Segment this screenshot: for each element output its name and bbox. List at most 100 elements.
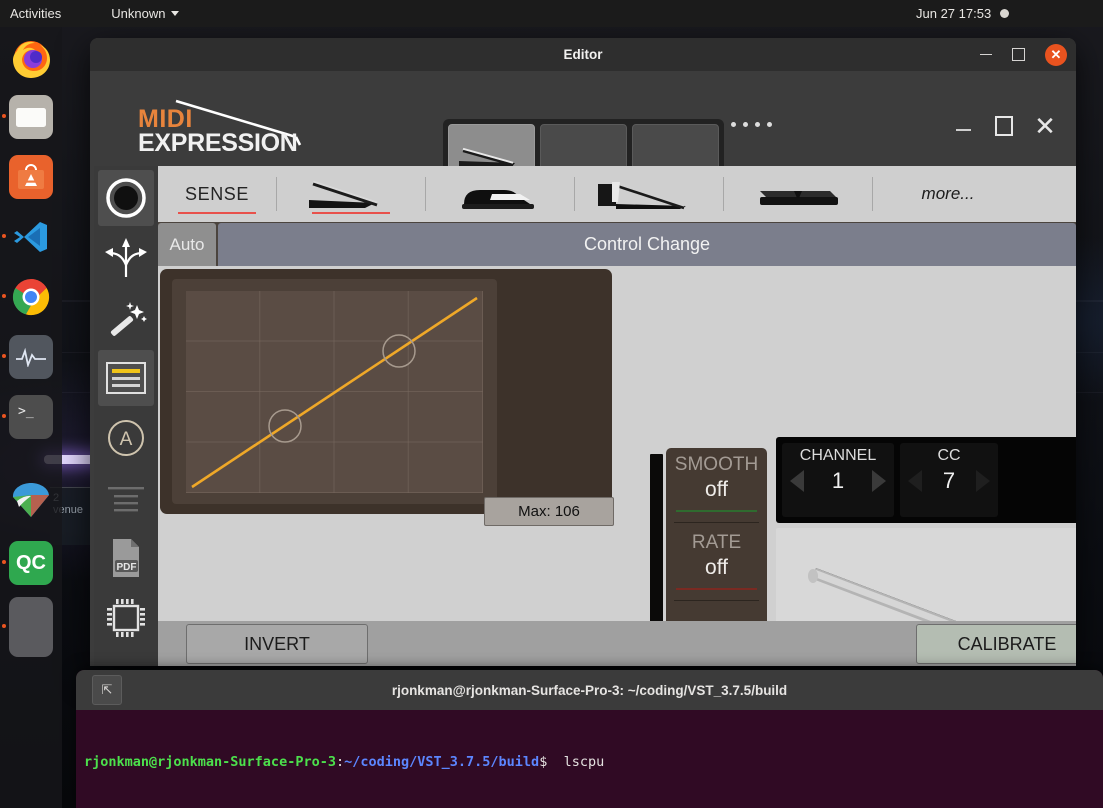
editor-maximize-button[interactable]: [1006, 38, 1030, 71]
invert-button[interactable]: INVERT: [186, 624, 368, 664]
tab-bar: SENSE more...: [158, 166, 1076, 222]
page-dot: [743, 122, 748, 127]
dock-running-dot: [2, 114, 6, 118]
recording-indicator-icon: [1000, 9, 1010, 18]
terminal-icon: >_: [18, 404, 34, 419]
tab-active-underline: [312, 211, 390, 214]
svg-text:A: A: [120, 429, 133, 450]
firefox-icon: [13, 41, 50, 78]
channel-increment-icon[interactable]: [872, 470, 886, 492]
editor-minimize-button[interactable]: [974, 38, 998, 71]
sidebar-item-pdf[interactable]: PDF: [98, 530, 154, 586]
dock-item-ubuntu-software[interactable]: [9, 155, 53, 199]
tab-pedal-expression[interactable]: [277, 166, 425, 222]
tab-pedal-dual-switch[interactable]: [724, 166, 872, 222]
editor-window-title: Editor: [563, 47, 603, 62]
pedal-volume-icon: [598, 180, 686, 210]
terminal-output[interactable]: rjonkman@rjonkman-Surface-Pro-3:~/coding…: [76, 710, 1103, 808]
sidebar-item-circled-a[interactable]: A: [98, 410, 154, 466]
plugin-close-button[interactable]: ✕: [1030, 113, 1060, 139]
midi-expression-plugin: MIDI EXPRESSION ✕ A PDF SENSE more... Au…: [90, 71, 1076, 666]
gnome-top-bar: Activities Unknown Jun 27 17:53: [0, 0, 1103, 27]
curve-panel-frame: [160, 269, 612, 514]
tab-active-underline: [178, 211, 256, 214]
channel-stepper[interactable]: CHANNEL 1: [782, 443, 894, 517]
param-rate[interactable]: RATE off: [666, 532, 767, 590]
curve-panel: [158, 266, 616, 516]
dock-item-maps[interactable]: [9, 479, 53, 523]
clock-label: Jun 27 17:53: [916, 6, 992, 21]
calibrate-button[interactable]: CALIBRATE: [916, 624, 1076, 664]
page-dot: [767, 122, 772, 127]
preset-page-dots[interactable]: [731, 122, 772, 127]
dock-item-qc[interactable]: QC: [9, 541, 53, 585]
dock-running-dot: [2, 294, 6, 298]
maps-icon: [12, 483, 49, 517]
tab-sense[interactable]: SENSE: [158, 166, 276, 222]
sidebar-item-chip[interactable]: [98, 590, 154, 646]
app-menu-label: Unknown: [111, 6, 166, 21]
editor-window: Editor ✕ MIDI EXPRESSION ✕ A PDF SENSE m…: [90, 38, 1076, 666]
sidebar-item-list-faded[interactable]: [98, 470, 154, 526]
dock-item-terminal[interactable]: >_: [9, 395, 53, 439]
svg-text:>_: >_: [18, 404, 34, 419]
auto-button[interactable]: Auto: [158, 223, 216, 266]
dock-item-files[interactable]: [9, 95, 53, 139]
page-dot: [731, 122, 736, 127]
terminal-command: lscpu: [563, 754, 605, 770]
cc-value: 7: [942, 468, 956, 493]
plugin-header: MIDI EXPRESSION ✕: [90, 71, 1076, 184]
dock-item-system-monitor[interactable]: [9, 335, 53, 379]
pedal-expression-icon: [309, 180, 378, 208]
plugin-minimize-button[interactable]: [948, 113, 978, 139]
dock-item-firefox[interactable]: [9, 35, 53, 79]
param-smooth-value: off: [705, 478, 728, 501]
tab-pedal-volume[interactable]: [575, 166, 723, 222]
curve-editor[interactable]: [172, 279, 497, 504]
dock-running-dot: [2, 560, 6, 564]
dock-running-dot: [2, 414, 6, 418]
action-button-row: INVERT CALIBRATE: [158, 621, 1076, 666]
param-smooth-name: SMOOTH: [674, 454, 759, 475]
terminal-title: rjonkman@rjonkman-Surface-Pro-3: ~/codin…: [391, 682, 788, 698]
param-smooth[interactable]: SMOOTH off: [666, 454, 767, 512]
sidebar-item-record[interactable]: [98, 170, 154, 226]
pdf-icon: PDF: [113, 539, 139, 577]
terminal-prompt-line: rjonkman@rjonkman-Surface-Pro-3:~/coding…: [84, 753, 1095, 772]
sidebar-item-magic-wand[interactable]: [98, 290, 154, 346]
plugin-maximize-button[interactable]: [989, 113, 1019, 139]
circled-a-icon: A: [108, 420, 144, 456]
mode-selector[interactable]: Control Change: [218, 223, 1076, 266]
activities-button[interactable]: Activities: [10, 6, 61, 21]
curve-plot[interactable]: [186, 291, 483, 493]
chip-icon: [107, 599, 145, 637]
dock-running-dot: [2, 354, 6, 358]
cc-increment-icon[interactable]: [976, 470, 990, 492]
chrome-icon: [12, 279, 50, 316]
list-highlight-icon: [106, 362, 146, 394]
channel-decrement-icon[interactable]: [790, 470, 804, 492]
tab-sense-label: SENSE: [184, 183, 250, 204]
prompt-sign: $: [539, 754, 548, 770]
sidebar-item-list-highlight[interactable]: [98, 350, 154, 406]
prompt-path: ~/coding/VST_3.7.5/build: [344, 754, 540, 770]
editor-close-button[interactable]: ✕: [1044, 38, 1068, 71]
magic-wand-icon: [110, 302, 147, 336]
tab-more[interactable]: more...: [873, 166, 1023, 222]
clock-area[interactable]: Jun 27 17:53: [916, 0, 1010, 27]
dock-running-dot: [2, 234, 6, 238]
dock-item-editor-window[interactable]: [9, 597, 53, 657]
dock-item-chrome[interactable]: [9, 275, 53, 319]
cc-stepper[interactable]: CC 7: [900, 443, 998, 517]
prompt-user: rjonkman@rjonkman-Surface-Pro-3: [84, 754, 336, 770]
curve-max-label[interactable]: Max: 106: [484, 497, 614, 526]
midi-settings-panel: CHANNEL 1 CC 7: [776, 437, 1076, 523]
sidebar-item-routing[interactable]: [98, 230, 154, 286]
param-rate-value: off: [705, 556, 728, 579]
cc-decrement-icon[interactable]: [908, 470, 922, 492]
dock-item-vscode[interactable]: [9, 215, 53, 259]
tab-pedal-sustain[interactable]: [426, 166, 574, 222]
app-menu-button[interactable]: Unknown: [111, 6, 179, 21]
folder-icon: [16, 108, 46, 127]
terminal-title-bar: ⇱ rjonkman@rjonkman-Surface-Pro-3: ~/cod…: [76, 670, 1103, 710]
